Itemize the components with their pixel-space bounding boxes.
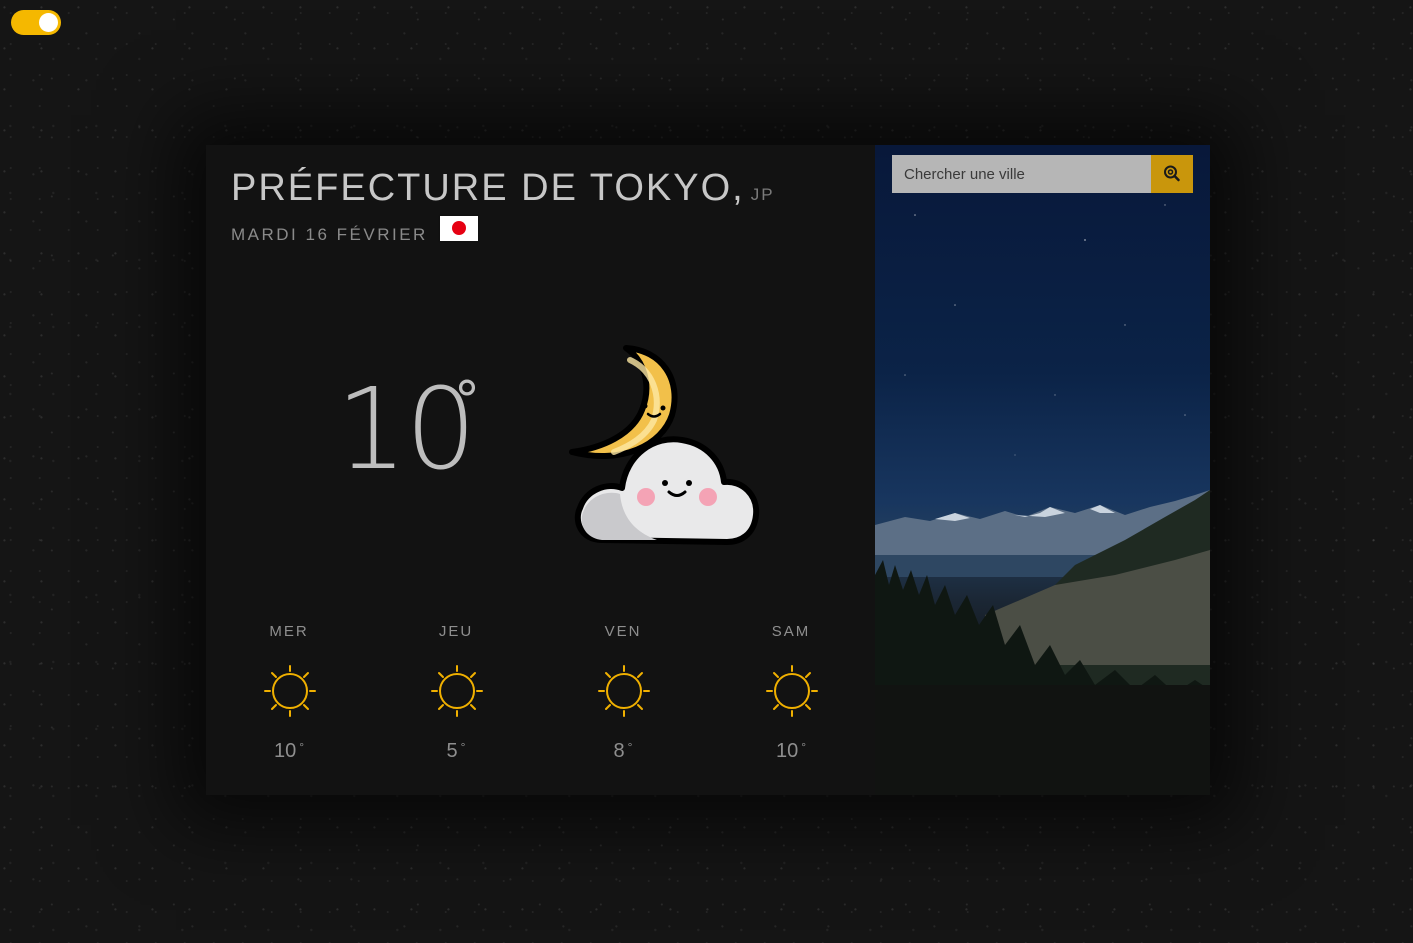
forecast-temp-value: 5 bbox=[446, 740, 458, 762]
forecast-day-label: SAM bbox=[771, 623, 811, 640]
forecast-temp: 5 ° bbox=[396, 740, 516, 763]
toggle-knob bbox=[39, 13, 58, 32]
forecast-temp: 8 ° bbox=[563, 740, 683, 763]
forecast-day-label: VEN bbox=[604, 623, 642, 640]
city-search-input[interactable] bbox=[892, 155, 1151, 193]
forecast-temp-degree: ° bbox=[801, 740, 807, 754]
search-icon bbox=[1164, 165, 1180, 182]
mountain-landscape-image bbox=[875, 184, 1210, 795]
location-heading: PRÉFECTURE DE TOKYO, JP bbox=[231, 167, 775, 210]
country-code: JP bbox=[750, 185, 775, 204]
city-name: PRÉFECTURE DE TOKYO, bbox=[231, 167, 745, 209]
flag-disc bbox=[452, 221, 466, 235]
forecast-temp: 10 ° bbox=[229, 740, 349, 763]
theme-toggle[interactable] bbox=[11, 10, 61, 35]
forecast-temp-degree: ° bbox=[627, 740, 633, 754]
sun-icon bbox=[431, 665, 483, 717]
japan-flag-icon bbox=[440, 216, 478, 241]
forecast-temp-value: 10 bbox=[775, 740, 799, 762]
weather-panel: PRÉFECTURE DE TOKYO, JP MARDI 16 FÉVRIER … bbox=[206, 145, 875, 795]
forecast-temp-degree: ° bbox=[299, 740, 305, 754]
city-search bbox=[892, 155, 1193, 193]
weather-card: PRÉFECTURE DE TOKYO, JP MARDI 16 FÉVRIER … bbox=[206, 145, 1210, 795]
forecast-temp-value: 8 bbox=[613, 740, 625, 762]
sun-icon bbox=[598, 665, 650, 717]
forecast-temp-degree: ° bbox=[460, 740, 466, 754]
sun-icon bbox=[766, 665, 818, 717]
forecast-temp: 10 ° bbox=[731, 740, 851, 763]
search-button[interactable] bbox=[1151, 155, 1193, 193]
current-date: MARDI 16 FÉVRIER bbox=[231, 225, 428, 244]
moon-cloud-icon bbox=[569, 345, 760, 545]
sun-icon bbox=[264, 665, 316, 717]
forecast-day-label: MER bbox=[269, 623, 309, 640]
current-temperature-degree: ° bbox=[454, 371, 480, 431]
forecast-temp-value: 10 bbox=[273, 740, 297, 762]
city-photo-panel bbox=[875, 145, 1210, 795]
forecast-day-label: JEU bbox=[438, 623, 474, 640]
